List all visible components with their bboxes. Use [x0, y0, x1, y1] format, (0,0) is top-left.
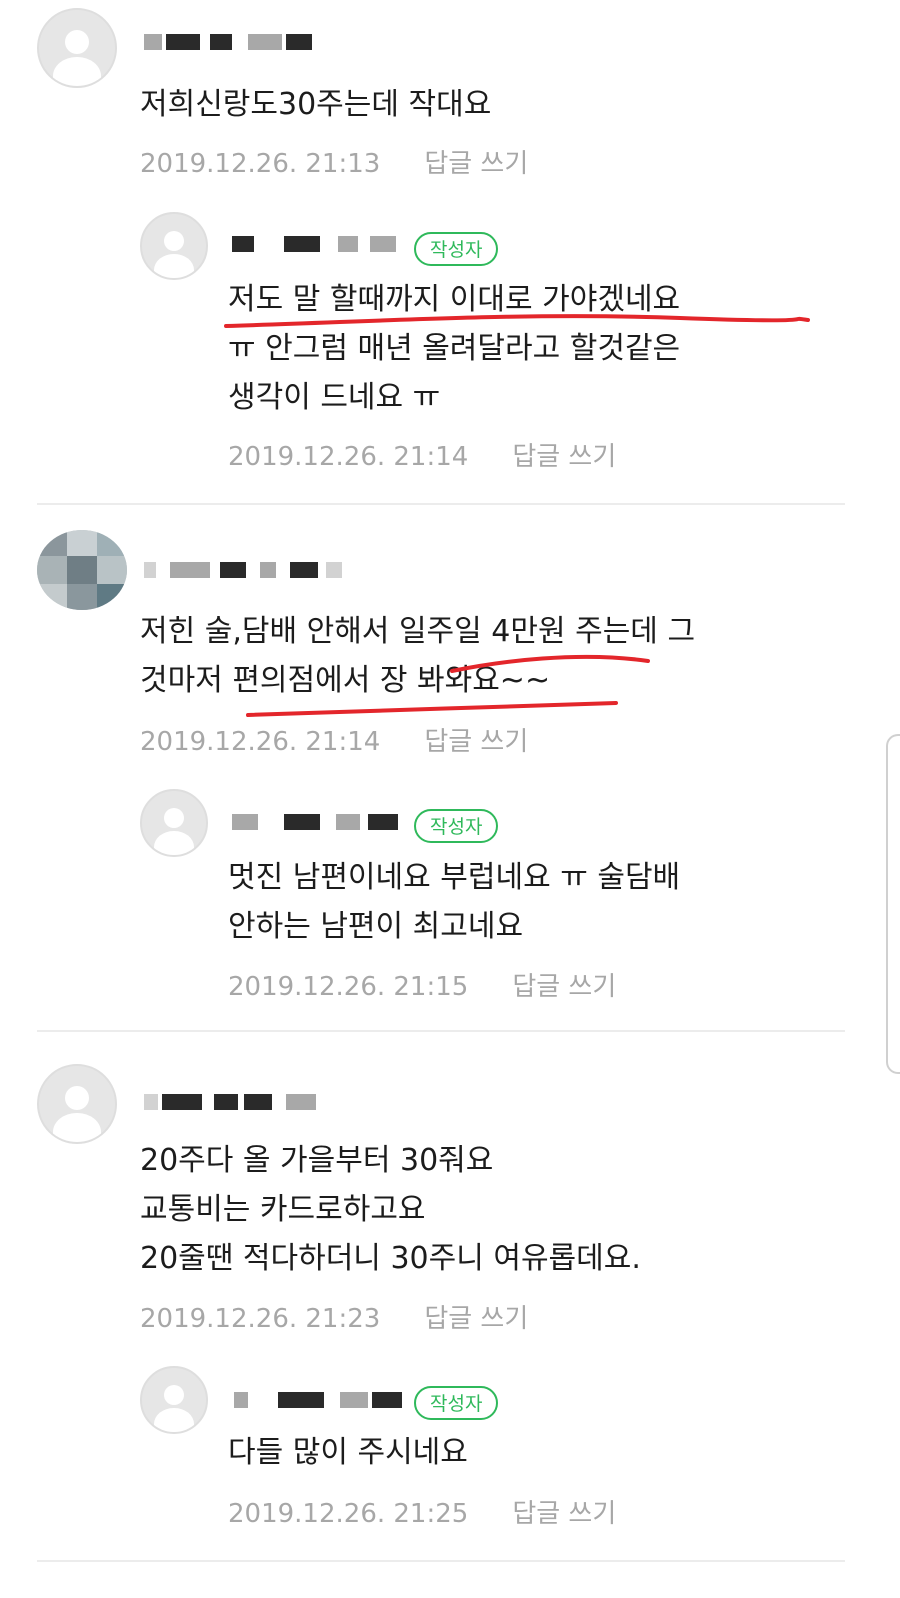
divider: [37, 503, 845, 505]
comment-meta: 2019.12.26. 21:25 답글 쓰기: [228, 1493, 616, 1530]
timestamp: 2019.12.26. 21:14: [140, 727, 381, 757]
author-name-pixelated[interactable]: [140, 1088, 340, 1116]
pixel-block: [338, 236, 358, 252]
pixel-block: [144, 562, 156, 578]
author-badge: 작성자: [414, 232, 499, 266]
avatar-head: [64, 1085, 90, 1111]
comment-meta: 2019.12.26. 21:23 답글 쓰기: [140, 1298, 528, 1335]
timestamp: 2019.12.26. 21:23: [140, 1304, 381, 1334]
reply-button[interactable]: 답글 쓰기: [424, 149, 528, 179]
avatar[interactable]: [37, 530, 127, 610]
pixel-block: [244, 1094, 272, 1110]
reply-button[interactable]: 답글 쓰기: [512, 1499, 616, 1529]
pixel-block: [284, 814, 320, 830]
comment-text: 저힌 술,담배 안해서 일주일 4만원 주는데 그 것마저 편의점에서 장 봐와…: [140, 614, 696, 698]
pixel-block: [284, 236, 320, 252]
pixel-block: [37, 584, 67, 610]
pixel-block: [368, 814, 398, 830]
pixel-block: [214, 1094, 238, 1110]
comment-meta: 2019.12.26. 21:14 답글 쓰기: [228, 436, 616, 473]
pixel-block: [232, 236, 254, 252]
avatar-body: [53, 1113, 101, 1142]
author-name-pixelated[interactable]: [228, 808, 408, 836]
pixel-block: [144, 34, 162, 50]
avatar-body: [154, 830, 194, 855]
pixel-block: [67, 530, 97, 556]
pixel-block: [67, 584, 97, 610]
author-name-pixelated[interactable]: [140, 28, 320, 56]
pixel-block: [67, 556, 97, 584]
comment-meta: 2019.12.26. 21:15 답글 쓰기: [228, 966, 616, 1003]
pixel-block: [248, 34, 282, 50]
pixel-block: [336, 814, 360, 830]
pixel-block: [290, 562, 318, 578]
pixel-block: [234, 1392, 248, 1408]
avatar-head: [64, 29, 90, 55]
pixel-block: [166, 34, 200, 50]
pixel-block: [326, 562, 342, 578]
author-name-pixelated[interactable]: [140, 556, 350, 584]
pixel-block: [144, 1094, 158, 1110]
avatar-head: [163, 807, 185, 829]
pixel-block: [210, 34, 232, 50]
pixel-block: [97, 556, 127, 584]
divider: [37, 1030, 845, 1032]
pixel-block: [370, 236, 396, 252]
author-badge: 작성자: [414, 1386, 499, 1420]
pixel-block: [286, 1094, 316, 1110]
avatar-body: [53, 57, 101, 86]
pixel-block: [162, 1094, 202, 1110]
reply-button[interactable]: 답글 쓰기: [424, 727, 528, 757]
comment-meta: 2019.12.26. 21:14 답글 쓰기: [140, 721, 528, 758]
pixel-block: [37, 556, 67, 584]
reply-button[interactable]: 답글 쓰기: [512, 442, 616, 472]
comment-text: 20주다 올 가을부터 30줘요 교통비는 카드로하고요 20줄땐 적다하더니 …: [140, 1143, 641, 1276]
avatar-body: [154, 253, 194, 278]
avatar[interactable]: [140, 789, 208, 857]
timestamp: 2019.12.26. 21:13: [140, 149, 381, 179]
timestamp: 2019.12.26. 21:14: [228, 442, 469, 472]
edge-panel-handle[interactable]: [886, 734, 900, 1074]
reply-button[interactable]: 답글 쓰기: [512, 972, 616, 1002]
pixel-block: [372, 1392, 402, 1408]
comment-text: 저희신랑도30주는데 작대요: [140, 87, 492, 122]
avatar[interactable]: [37, 8, 117, 88]
comment-text: 저도 말 할때까지 이대로 가야겠네요 ㅠ 안그럼 매년 올려달라고 할것같은 …: [228, 282, 681, 415]
pixel-block: [340, 1392, 368, 1408]
comment-text: 멋진 남편이네요 부럽네요 ㅠ 술담배 안하는 남편이 최고네요: [228, 860, 681, 944]
pixel-block: [220, 562, 246, 578]
avatar[interactable]: [37, 1064, 117, 1144]
pixel-block: [278, 1392, 324, 1408]
pixel-block: [97, 584, 127, 610]
pixel-block: [260, 562, 276, 578]
avatar[interactable]: [140, 212, 208, 280]
pixel-block: [232, 814, 258, 830]
avatar-body: [154, 1407, 194, 1432]
pixel-block: [97, 530, 127, 556]
author-badge: 작성자: [414, 809, 499, 843]
timestamp: 2019.12.26. 21:15: [228, 972, 469, 1002]
avatar-head: [163, 230, 185, 252]
avatar-head: [163, 1384, 185, 1406]
reply-button[interactable]: 답글 쓰기: [424, 1304, 528, 1334]
pixel-block: [37, 530, 67, 556]
pixel-block: [286, 34, 312, 50]
comment-text: 다들 많이 주시네요: [228, 1435, 468, 1470]
avatar[interactable]: [140, 1366, 208, 1434]
divider: [37, 1560, 845, 1562]
author-name-pixelated[interactable]: [228, 1386, 408, 1414]
timestamp: 2019.12.26. 21:25: [228, 1499, 469, 1529]
pixel-block: [170, 562, 210, 578]
author-name-pixelated[interactable]: [228, 230, 408, 258]
comment-meta: 2019.12.26. 21:13 답글 쓰기: [140, 143, 528, 180]
